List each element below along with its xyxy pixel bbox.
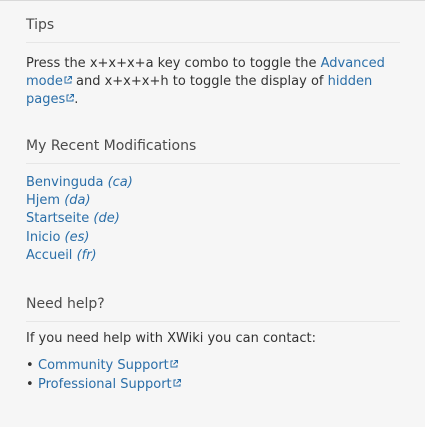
- language-code: (de): [93, 211, 120, 227]
- professional-support-label: Professional Support: [38, 377, 172, 392]
- page-name: Benvinguda: [26, 175, 104, 190]
- page-name: Hjem: [26, 193, 61, 209]
- modification-link-fr[interactable]: Accueil (fr): [26, 248, 97, 263]
- panel-divider: [26, 321, 400, 322]
- page-name: Accueil: [26, 247, 73, 263]
- need-help-title: Need help?: [26, 296, 105, 312]
- list-item: • Professional Support: [26, 375, 400, 394]
- language-code: (da): [64, 193, 91, 209]
- help-links-list: • Community Support • Professional Support: [26, 356, 400, 394]
- top-border: [0, 0, 425, 1]
- list-item: Startseite (de): [26, 210, 400, 228]
- bullet-icon: •: [26, 358, 34, 373]
- community-support-link[interactable]: Community Support: [38, 358, 178, 373]
- professional-support-link[interactable]: Professional Support: [38, 377, 181, 392]
- help-intro: If you need help with XWiki you can cont…: [26, 331, 317, 346]
- modification-link-da[interactable]: Hjem (da): [26, 193, 91, 208]
- external-link-icon: [173, 379, 181, 387]
- modification-link-es[interactable]: Inicio (es): [26, 230, 89, 245]
- list-item: • Community Support: [26, 356, 400, 375]
- community-support-label: Community Support: [38, 358, 169, 373]
- tips-text-part: .: [74, 92, 79, 107]
- external-link-icon: [64, 76, 72, 84]
- modification-link-ca[interactable]: Benvinguda (ca): [26, 175, 133, 190]
- page-name: Startseite: [26, 211, 90, 227]
- list-item: Hjem (da): [26, 192, 400, 210]
- language-code: (fr): [76, 247, 97, 263]
- tips-title: Tips: [26, 17, 55, 33]
- recent-modifications-title: My Recent Modifications: [26, 138, 197, 154]
- need-help-panel: Need help? If you need help with XWiki y…: [26, 293, 400, 394]
- tips-text: Press the x+x+x+a key combo to toggle th…: [26, 55, 400, 109]
- tips-panel: Tips Press the x+x+x+a key combo to togg…: [26, 14, 400, 109]
- language-code: (ca): [107, 175, 133, 190]
- panel-divider: [26, 163, 400, 164]
- recent-modifications-list: Benvinguda (ca) Hjem (da) Startseite (de…: [26, 174, 400, 265]
- panel-divider: [26, 42, 400, 43]
- tips-text-part: and x+x+x+h to toggle the display of: [71, 74, 328, 89]
- page-name: Inicio: [26, 229, 61, 245]
- external-link-icon: [170, 360, 178, 368]
- tips-text-part: Press the x+x+x+a key combo to toggle th…: [26, 56, 321, 71]
- list-item: Accueil (fr): [26, 247, 400, 265]
- list-item: Inicio (es): [26, 229, 400, 247]
- bullet-icon: •: [26, 377, 34, 392]
- list-item: Benvinguda (ca): [26, 174, 400, 192]
- recent-modifications-panel: My Recent Modifications Benvinguda (ca) …: [26, 135, 400, 265]
- modification-link-de[interactable]: Startseite (de): [26, 211, 120, 226]
- language-code: (es): [64, 229, 90, 245]
